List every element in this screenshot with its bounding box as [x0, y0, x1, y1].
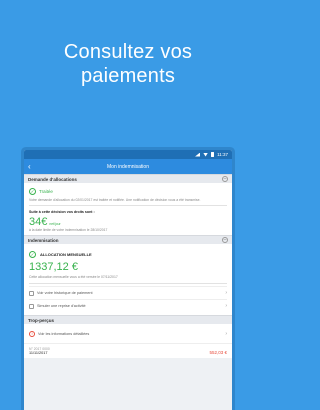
daily-note: à la date limite de votre indemnisation … [29, 227, 108, 232]
simulate-link[interactable]: Simuler une reprise d'activité › [29, 299, 227, 312]
alert-icon: ! [29, 330, 35, 337]
content: Demande d'allocations – ✓ Traitée Votre … [24, 174, 232, 410]
trop-percus-date: 11/11/2017 [29, 351, 48, 356]
signal-icon [195, 152, 201, 157]
briefcase-icon [29, 303, 34, 309]
collapse-icon[interactable]: – [222, 176, 228, 182]
trop-percus-card: ! Voir les informations détaillées › [24, 324, 232, 344]
chevron-right-icon: › [225, 290, 227, 297]
tablet-screen: 11:37 ‹ Mon indemnisation Demande d'allo… [24, 150, 232, 410]
app-bar: ‹ Mon indemnisation [24, 159, 232, 174]
allocation-description: Cette allocation mensuelle vous a été ve… [29, 275, 118, 280]
arrow-left-icon[interactable]: ‹ [28, 162, 37, 171]
wifi-icon [203, 152, 209, 157]
hero-line-2: paiements [80, 65, 176, 87]
demande-card: ✓ Traitée Votre demande d'allocation du … [24, 183, 232, 236]
check-icon: ✓ [29, 188, 36, 195]
status-label: Traitée [39, 189, 53, 194]
demande-description: Votre demande d'allocation du 02/01/2017… [29, 198, 201, 202]
status-bar: 11:37 [24, 150, 232, 159]
daily-amount-row: 34€ net/jour [29, 216, 227, 228]
app-bar-title: Mon indemnisation [107, 163, 149, 170]
allocation-amount: 1337,12 € [29, 261, 78, 274]
section-demande-header[interactable]: Demande d'allocations – [24, 174, 232, 183]
trop-percus-amount: 552,03 € [209, 350, 227, 356]
hero-line-1: Consultez vos [63, 41, 193, 63]
allocation-title: ALLOCATION MENSUELLE [40, 252, 92, 258]
indemnisation-card: ✓ ALLOCATION MENSUELLE 1337,12 € Cette a… [24, 244, 232, 316]
details-link[interactable]: ! Voir les informations détaillées › [29, 327, 227, 340]
daily-unit: net/jour [49, 221, 61, 226]
collapse-icon[interactable]: – [222, 237, 228, 244]
trop-percus-row[interactable]: N° 2017 0000 11/11/2017 552,03 € [24, 343, 232, 359]
status-time: 11:37 [217, 152, 228, 157]
simulate-link-label: Simuler une reprise d'activité [37, 304, 86, 309]
daily-amount: 34€ [29, 215, 48, 228]
section-demande-title: Demande d'allocations [28, 176, 77, 182]
chevron-right-icon: › [225, 330, 227, 337]
rights-label: Suite à cette décision vos droits sont : [29, 209, 95, 214]
history-link[interactable]: Voir votre historique de paiement › [29, 286, 227, 299]
chevron-right-icon: › [225, 303, 227, 310]
section-indemnisation-title: Indemnisation [28, 237, 59, 243]
section-trop-percus-title: Trop-perçus [28, 317, 55, 323]
history-icon [29, 290, 34, 296]
hero-title: Consultez vos paiements [0, 40, 256, 88]
history-link-label: Voir votre historique de paiement [37, 291, 93, 296]
battery-icon [211, 152, 215, 157]
section-trop-percus-header[interactable]: Trop-perçus [24, 315, 232, 325]
details-link-label: Voir les informations détaillées [38, 331, 90, 336]
check-icon: ✓ [29, 251, 36, 259]
section-indemnisation-header[interactable]: Indemnisation – [24, 235, 232, 245]
